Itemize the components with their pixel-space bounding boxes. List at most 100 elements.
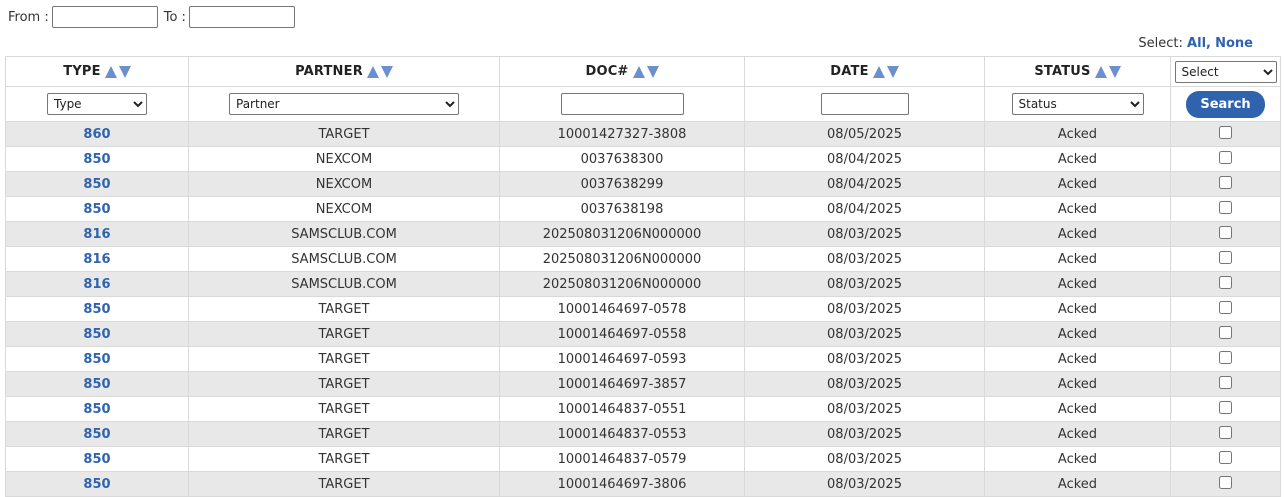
row-select-checkbox[interactable] — [1219, 225, 1232, 239]
row-select-checkbox[interactable] — [1219, 475, 1232, 489]
search-button[interactable]: Search — [1186, 90, 1265, 118]
select-cell — [1170, 446, 1281, 472]
table-row: 850 TARGET 10001464697-3806 08/03/2025 Acked — [5, 471, 1281, 497]
type-filter-select[interactable]: Type — [47, 93, 147, 115]
doc-type-link[interactable]: 816 — [83, 227, 110, 242]
doc-type-link[interactable]: 850 — [83, 177, 110, 192]
row-select-checkbox[interactable] — [1219, 400, 1232, 414]
doc-type-link[interactable]: 816 — [83, 252, 110, 267]
documents-table: TYPE PARTNER DOC# DATE STATUS Select Typ… — [5, 56, 1281, 497]
table-row: 850 NEXCOM 0037638300 08/04/2025 Acked — [5, 146, 1281, 172]
table-row: 850 TARGET 10001464697-0558 08/03/2025 Acked — [5, 321, 1281, 347]
row-select-checkbox[interactable] — [1219, 425, 1232, 439]
select-none-link[interactable]: None — [1215, 36, 1253, 51]
bulk-action-select[interactable]: Select — [1174, 60, 1277, 83]
row-select-checkbox[interactable] — [1219, 350, 1232, 364]
to-label: To : — [163, 9, 186, 25]
row-select-checkbox[interactable] — [1219, 325, 1232, 339]
date-cell: 08/03/2025 — [744, 421, 985, 447]
status-value: Acked — [1057, 201, 1098, 217]
sort-asc-icon[interactable] — [872, 65, 885, 78]
row-select-checkbox[interactable] — [1219, 175, 1232, 189]
from-date-input[interactable] — [51, 6, 158, 28]
date-cell: 08/03/2025 — [744, 446, 985, 472]
select-cell — [1170, 471, 1281, 497]
doc-cell: 10001464697-0578 — [499, 296, 745, 322]
select-cell — [1170, 296, 1281, 322]
sort-asc-icon[interactable] — [104, 65, 117, 78]
doc-value: 202508031206N000000 — [542, 226, 702, 242]
row-select-checkbox[interactable] — [1219, 200, 1232, 214]
partner-value: SAMSCLUB.COM — [291, 251, 397, 267]
row-select-checkbox[interactable] — [1219, 150, 1232, 164]
partner-value: TARGET — [318, 376, 370, 392]
date-filter-input[interactable] — [820, 93, 909, 115]
doc-type-link[interactable]: 850 — [83, 427, 110, 442]
select-cell — [1170, 121, 1281, 147]
status-value: Acked — [1057, 176, 1098, 192]
date-value: 08/03/2025 — [827, 426, 902, 442]
doc-type-link[interactable]: 850 — [83, 302, 110, 317]
sort-desc-icon[interactable] — [886, 65, 899, 78]
col-doc-label: DOC# — [585, 64, 629, 79]
status-filter-select[interactable]: Status — [1011, 93, 1144, 115]
sort-desc-icon[interactable] — [1108, 65, 1121, 78]
date-value: 08/03/2025 — [827, 476, 902, 492]
date-value: 08/03/2025 — [827, 276, 902, 292]
sort-desc-icon[interactable] — [646, 65, 659, 78]
doc-value: 0037638300 — [580, 151, 664, 167]
select-prefix: Select: — [1138, 36, 1183, 51]
sort-asc-icon[interactable] — [1094, 65, 1107, 78]
status-value: Acked — [1057, 376, 1098, 392]
type-cell: 850 — [5, 296, 189, 322]
doc-type-link[interactable]: 850 — [83, 477, 110, 492]
doc-type-link[interactable]: 816 — [83, 277, 110, 292]
doc-type-link[interactable]: 850 — [83, 327, 110, 342]
doc-type-link[interactable]: 850 — [83, 452, 110, 467]
table-row: 850 TARGET 10001464837-0551 08/03/2025 Acked — [5, 396, 1281, 422]
partner-filter-select[interactable]: Partner — [229, 93, 459, 115]
doc-type-link[interactable]: 850 — [83, 402, 110, 417]
status-value: Acked — [1057, 451, 1098, 467]
row-select-checkbox[interactable] — [1219, 375, 1232, 389]
doc-filter-input[interactable] — [560, 93, 684, 115]
sort-asc-icon[interactable] — [632, 65, 645, 78]
partner-cell: TARGET — [188, 371, 500, 397]
row-select-checkbox[interactable] — [1219, 300, 1232, 314]
doc-cell: 10001464697-0593 — [499, 346, 745, 372]
doc-type-link[interactable]: 850 — [83, 152, 110, 167]
date-value: 08/03/2025 — [827, 451, 902, 467]
row-select-checkbox[interactable] — [1219, 450, 1232, 464]
row-select-checkbox[interactable] — [1219, 125, 1232, 139]
doc-type-link[interactable]: 850 — [83, 202, 110, 217]
date-cell: 08/04/2025 — [744, 171, 985, 197]
table-body: 860 TARGET 10001427327-3808 08/05/2025 Acked… — [5, 121, 1281, 497]
col-header-type: TYPE — [5, 56, 189, 87]
date-cell: 08/05/2025 — [744, 121, 985, 147]
partner-value: TARGET — [318, 326, 370, 342]
date-cell: 08/03/2025 — [744, 296, 985, 322]
partner-cell: TARGET — [188, 471, 500, 497]
sort-desc-icon[interactable] — [118, 65, 131, 78]
doc-type-link[interactable]: 860 — [83, 127, 110, 142]
status-value: Acked — [1057, 301, 1098, 317]
partner-cell: TARGET — [188, 346, 500, 372]
partner-value: TARGET — [318, 351, 370, 367]
doc-type-link[interactable]: 850 — [83, 377, 110, 392]
to-date-input[interactable] — [188, 6, 295, 28]
doc-cell: 10001464697-0558 — [499, 321, 745, 347]
row-select-checkbox[interactable] — [1219, 275, 1232, 289]
status-cell: Acked — [984, 321, 1171, 347]
doc-value: 0037638299 — [580, 176, 664, 192]
doc-type-link[interactable]: 850 — [83, 352, 110, 367]
sort-asc-icon[interactable] — [366, 65, 379, 78]
select-all-link[interactable]: All, — [1187, 36, 1211, 51]
date-cell: 08/03/2025 — [744, 321, 985, 347]
table-row: 850 TARGET 10001464837-0579 08/03/2025 Acked — [5, 446, 1281, 472]
partner-cell: SAMSCLUB.COM — [188, 271, 500, 297]
sort-desc-icon[interactable] — [380, 65, 393, 78]
table-row: 850 NEXCOM 0037638198 08/04/2025 Acked — [5, 196, 1281, 222]
partner-value: NEXCOM — [315, 176, 373, 192]
row-select-checkbox[interactable] — [1219, 250, 1232, 264]
date-value: 08/04/2025 — [827, 201, 902, 217]
